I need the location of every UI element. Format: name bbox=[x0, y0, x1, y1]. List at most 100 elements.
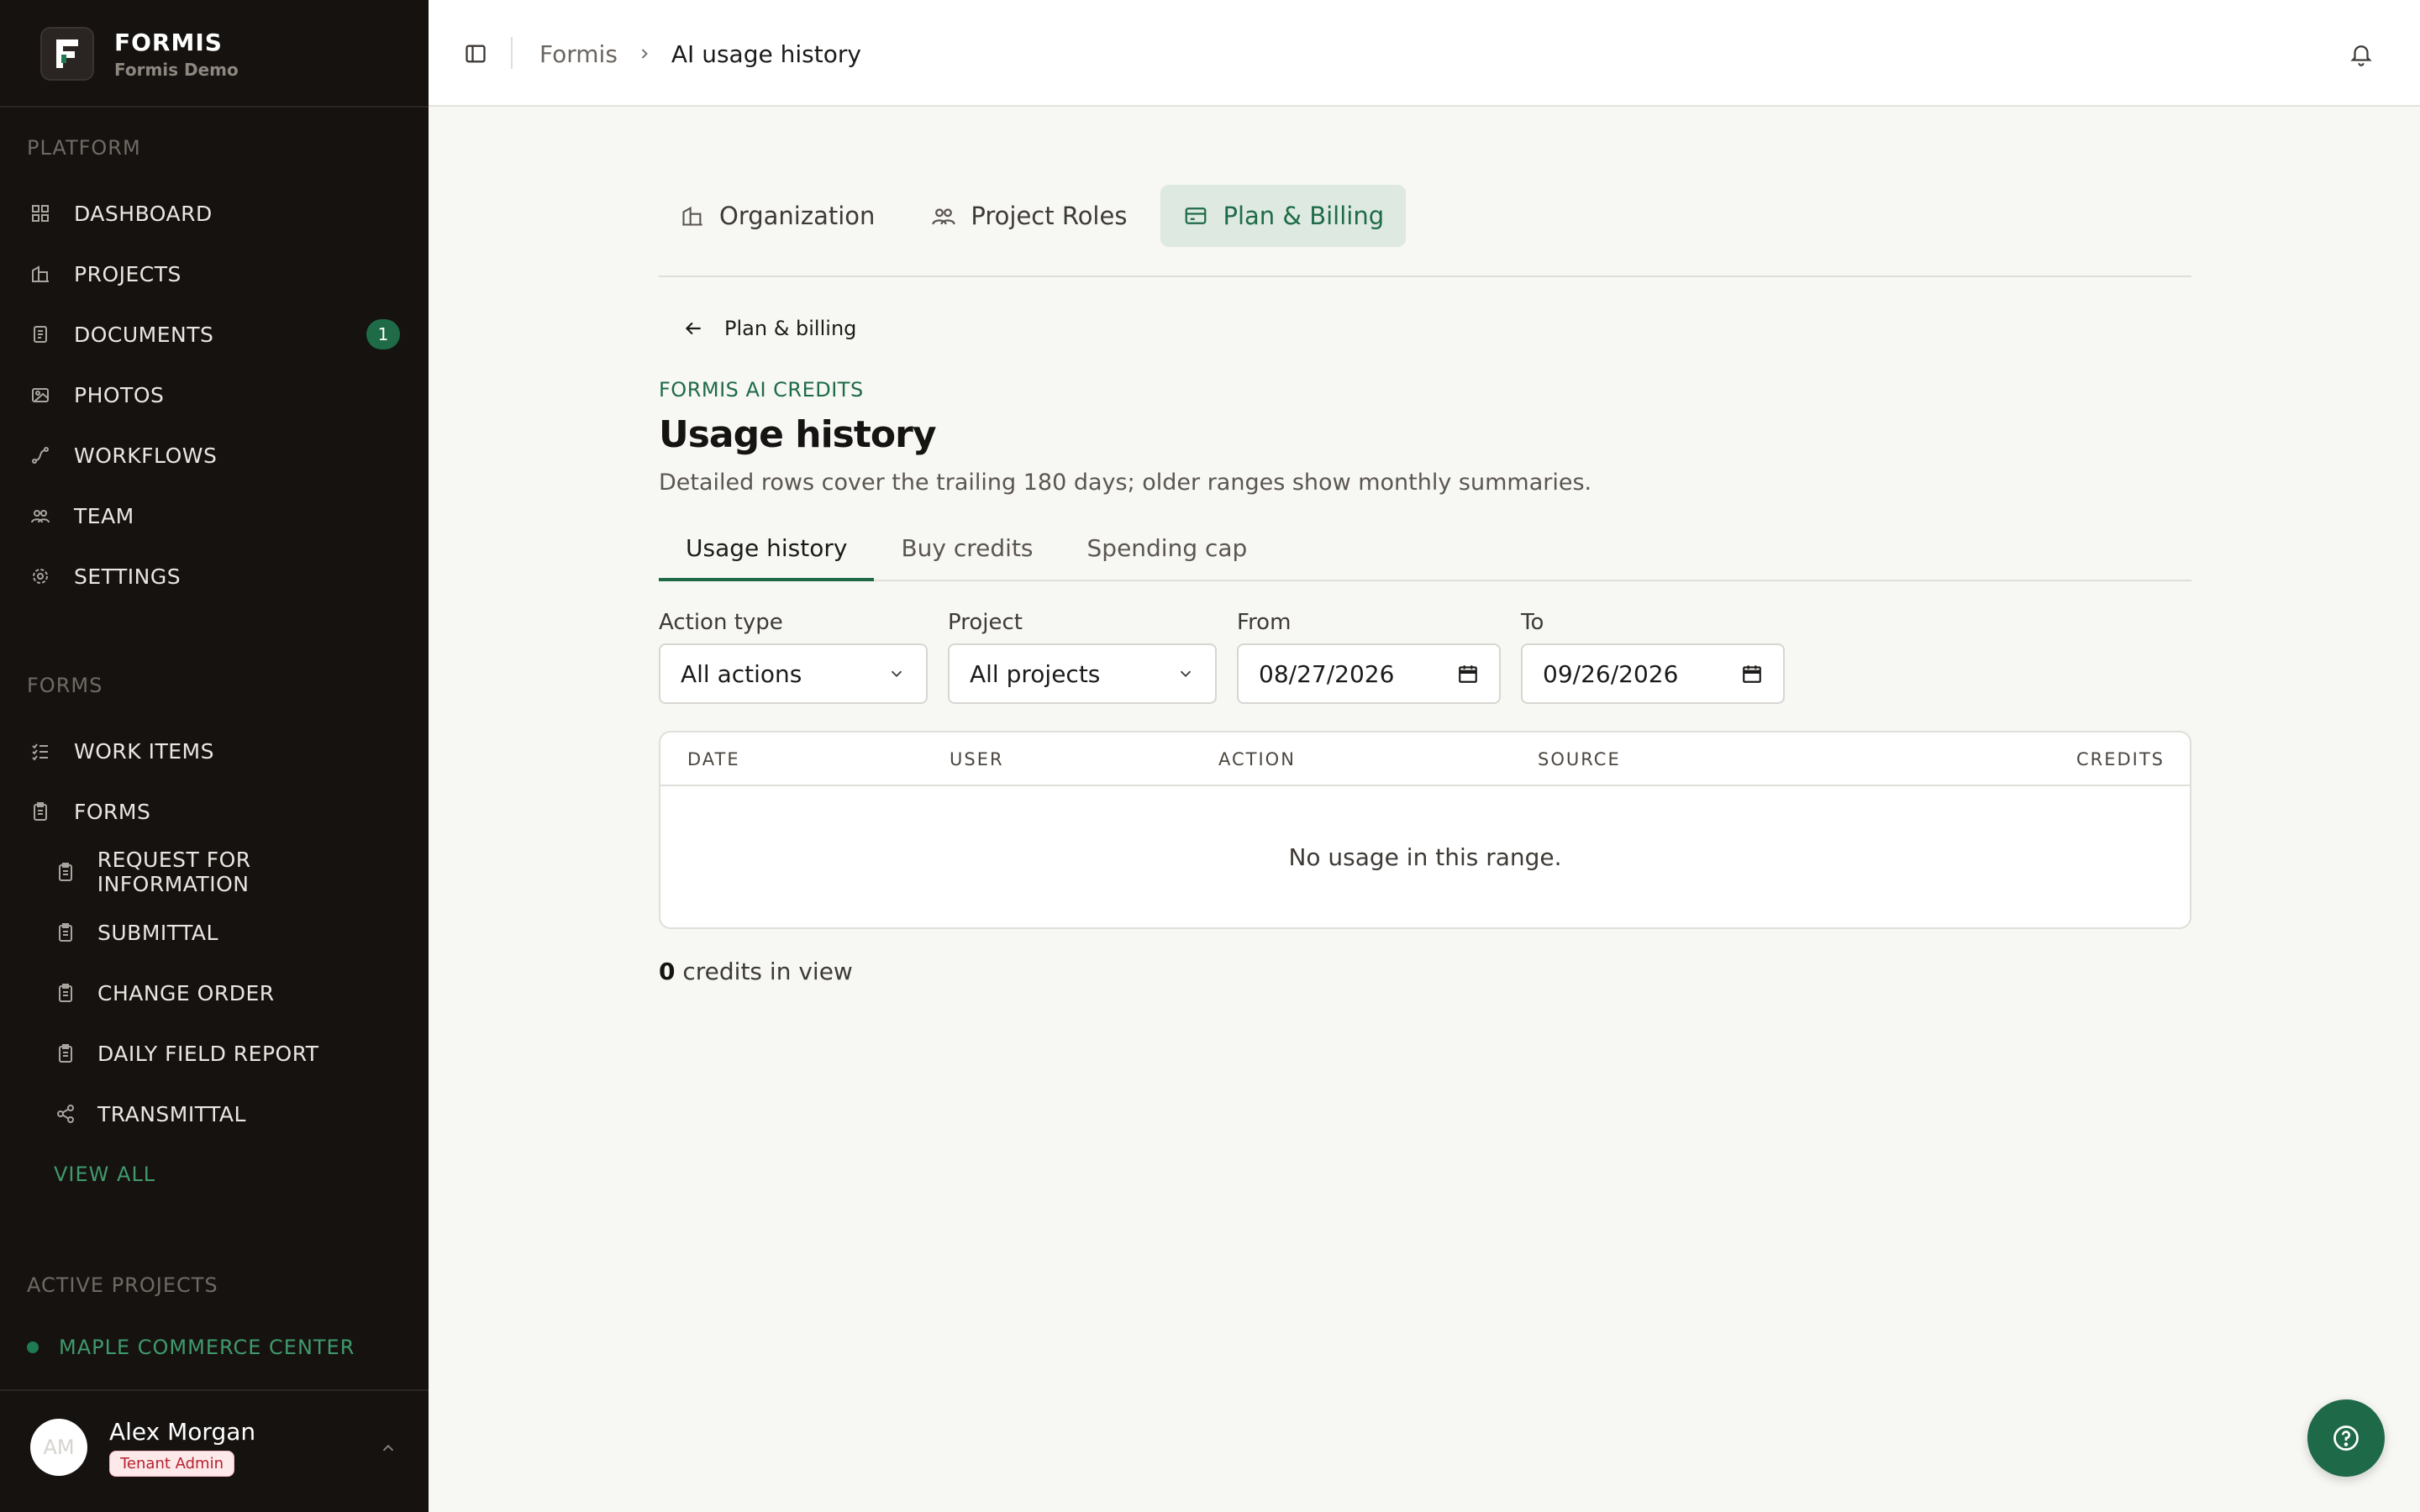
chevron-up-icon bbox=[373, 1433, 403, 1463]
divider bbox=[659, 276, 2191, 277]
tab-project-roles[interactable]: Project Roles bbox=[908, 185, 1149, 247]
sidebar-item-label: SETTINGS bbox=[74, 564, 182, 589]
to-date-value: 09/26/2026 bbox=[1543, 659, 1679, 688]
tab-label: Plan & Billing bbox=[1223, 202, 1385, 230]
project-label: Project bbox=[948, 610, 1023, 635]
users-icon bbox=[930, 202, 957, 229]
sidebar-item-settings[interactable]: SETTINGS bbox=[29, 556, 407, 596]
sidebar-item-dashboard[interactable]: DASHBOARD bbox=[29, 193, 407, 234]
sidebar-item-projects[interactable]: PROJECTS bbox=[29, 254, 407, 294]
clipboard-icon bbox=[54, 1042, 77, 1065]
sidebar-item-photos[interactable]: PHOTOS bbox=[29, 375, 407, 415]
chevron-down-icon bbox=[1180, 670, 1192, 678]
avatar: AM bbox=[30, 1419, 87, 1476]
breadcrumb-root[interactable]: Formis bbox=[539, 40, 618, 68]
sidebar-item-work-items[interactable]: WORK ITEMS bbox=[29, 731, 407, 771]
sidebar-item-transmittal[interactable]: TRANSMITTAL bbox=[54, 1094, 407, 1134]
column-header-date[interactable]: DATE bbox=[687, 749, 740, 769]
column-header-action[interactable]: ACTION bbox=[1218, 749, 1296, 769]
action-type-select[interactable]: All actions bbox=[659, 643, 928, 704]
section-label-platform: PLATFORM bbox=[27, 136, 141, 160]
main-content: Organization Project Roles Plan & Billin… bbox=[659, 185, 2191, 985]
tab-buy-credits[interactable]: Buy credits bbox=[874, 529, 1060, 581]
sidebar-item-label: DOCUMENTS bbox=[74, 322, 214, 347]
user-name: Alex Morgan bbox=[109, 1418, 256, 1446]
credits-count: 0 bbox=[659, 958, 676, 985]
from-date-value: 08/27/2026 bbox=[1259, 659, 1395, 688]
status-dot-icon bbox=[27, 1341, 39, 1353]
chevron-down-icon bbox=[891, 670, 902, 678]
building-icon bbox=[29, 262, 52, 286]
team-icon bbox=[29, 504, 52, 528]
help-button[interactable] bbox=[2307, 1399, 2385, 1477]
workflow-icon bbox=[29, 444, 52, 467]
sidebar-item-label: PROJECTS bbox=[74, 261, 182, 286]
share-icon bbox=[54, 1102, 77, 1126]
sidebar-item-documents[interactable]: DOCUMENTS 1 bbox=[29, 314, 407, 354]
to-label: To bbox=[1521, 610, 1544, 635]
action-type-value: All actions bbox=[681, 659, 802, 688]
divider bbox=[0, 1389, 429, 1391]
column-header-credits[interactable]: CREDITS bbox=[2076, 749, 2165, 769]
clipboard-icon bbox=[54, 981, 77, 1005]
notifications-button[interactable] bbox=[2344, 37, 2378, 71]
project-value: All projects bbox=[970, 659, 1101, 688]
formis-logo-icon bbox=[40, 27, 94, 81]
sidebar-item-label: REQUEST FOR INFORMATION bbox=[97, 848, 251, 896]
topbar: Formis AI usage history bbox=[429, 0, 2420, 107]
building-icon bbox=[679, 202, 706, 229]
sidebar-item-label: DASHBOARD bbox=[74, 201, 213, 226]
sidebar-toggle-icon bbox=[466, 45, 486, 63]
back-link-label: Plan & billing bbox=[724, 317, 857, 340]
column-header-user[interactable]: USER bbox=[950, 749, 1004, 769]
empty-state-message: No usage in this range. bbox=[1288, 843, 1562, 871]
brand-name: FORMIS bbox=[114, 28, 223, 56]
tab-organization[interactable]: Organization bbox=[659, 185, 897, 247]
sidebar-item-team[interactable]: TEAM bbox=[29, 496, 407, 536]
sidebar-item-workflows[interactable]: WORKFLOWS bbox=[29, 435, 407, 475]
breadcrumb: Formis AI usage history bbox=[539, 37, 861, 71]
settings-tabs: Organization Project Roles Plan & Billin… bbox=[659, 185, 2191, 247]
action-type-label: Action type bbox=[659, 610, 783, 635]
active-project-item[interactable]: MAPLE COMMERCE CENTER bbox=[27, 1336, 355, 1359]
sidebar-item-label: FORMS bbox=[74, 799, 151, 824]
bell-icon bbox=[2350, 45, 2372, 66]
arrow-left-icon bbox=[685, 322, 701, 335]
sidebar-item-forms[interactable]: FORMS bbox=[29, 791, 407, 832]
table-header: DATE USER ACTION SOURCE CREDITS bbox=[660, 732, 2190, 786]
tab-label: Project Roles bbox=[971, 202, 1128, 230]
calendar-icon[interactable] bbox=[1457, 663, 1479, 685]
back-to-plan-billing-link[interactable]: Plan & billing bbox=[659, 312, 856, 344]
photos-icon bbox=[29, 383, 52, 407]
tab-spending-cap[interactable]: Spending cap bbox=[1060, 529, 1275, 581]
eyebrow-label: FORMIS AI CREDITS bbox=[659, 378, 864, 402]
credit-card-icon bbox=[1182, 202, 1209, 229]
gear-icon bbox=[29, 564, 52, 588]
sidebar-item-label: WORK ITEMS bbox=[74, 738, 214, 764]
sidebar-toggle-button[interactable] bbox=[459, 37, 492, 71]
calendar-icon[interactable] bbox=[1741, 663, 1763, 685]
page-title: Usage history bbox=[659, 413, 937, 456]
sidebar-item-label: PHOTOS bbox=[74, 382, 165, 407]
credits-summary-text: credits in view bbox=[675, 958, 853, 985]
tab-usage-history[interactable]: Usage history bbox=[659, 529, 875, 581]
brand[interactable]: FORMIS Formis Demo bbox=[40, 20, 239, 87]
project-select[interactable]: All projects bbox=[948, 643, 1217, 704]
tab-plan-billing[interactable]: Plan & Billing bbox=[1160, 185, 1407, 247]
sidebar-item-request-for-information[interactable]: REQUEST FOR INFORMATION bbox=[54, 848, 407, 896]
view-all-link[interactable]: VIEW ALL bbox=[54, 1163, 155, 1186]
from-date-input[interactable]: 08/27/2026 bbox=[1237, 643, 1501, 704]
divider bbox=[511, 37, 513, 69]
user-menu[interactable]: AM Alex Morgan Tenant Admin bbox=[30, 1418, 403, 1477]
section-label-forms: FORMS bbox=[27, 674, 103, 697]
filters: Action type All actions Project All proj… bbox=[659, 610, 2191, 704]
credits-summary: 0 credits in view bbox=[659, 958, 2191, 985]
column-header-source[interactable]: SOURCE bbox=[1538, 749, 1621, 769]
sidebar-item-change-order[interactable]: CHANGE ORDER bbox=[54, 973, 407, 1013]
divider bbox=[0, 106, 429, 108]
sidebar-item-label: SUBMITTAL bbox=[97, 920, 218, 945]
to-date-input[interactable]: 09/26/2026 bbox=[1521, 643, 1785, 704]
from-label: From bbox=[1237, 610, 1292, 635]
sidebar-item-daily-field-report[interactable]: DAILY FIELD REPORT bbox=[54, 1033, 407, 1074]
sidebar-item-submittal[interactable]: SUBMITTAL bbox=[54, 912, 407, 953]
